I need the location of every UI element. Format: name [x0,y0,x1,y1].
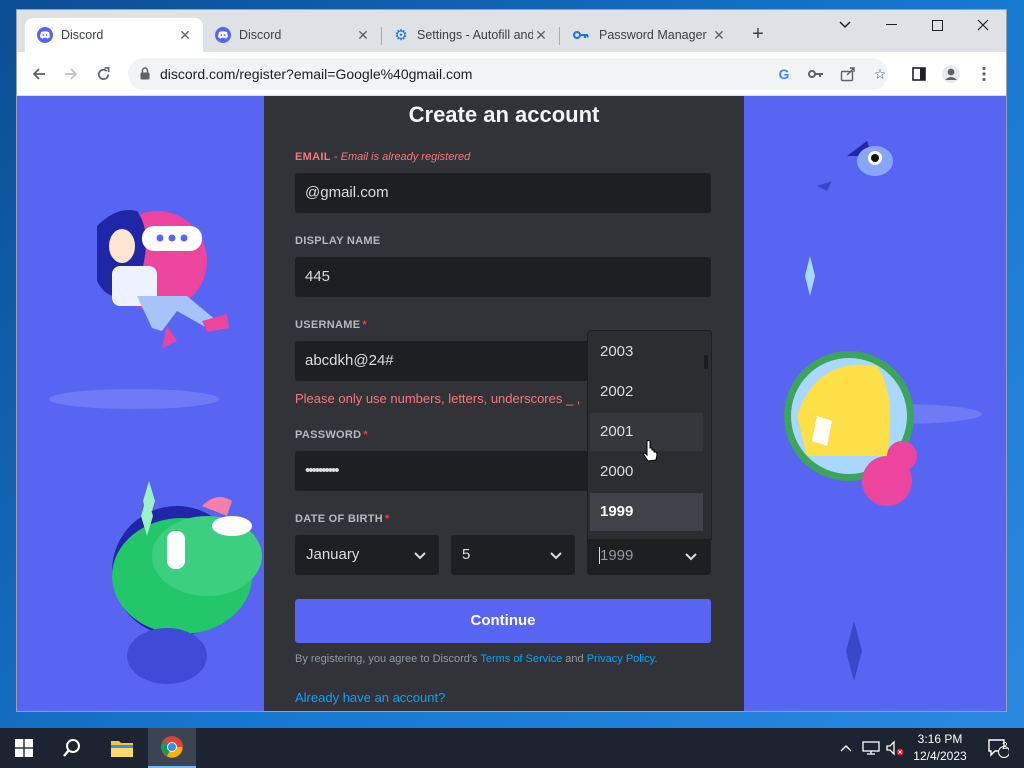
star-icon[interactable]: ☆ [872,66,888,82]
tab-title: Discord [239,28,282,42]
chevron-down-icon [685,553,697,561]
month-select[interactable]: January [295,535,439,575]
hand-cursor-icon [643,440,658,462]
network-icon[interactable] [860,728,882,768]
chevron-down-icon [414,552,426,560]
tab-discord-active[interactable]: Discord ✕ [25,18,203,52]
year-option[interactable]: 2002 [590,373,703,411]
tab-title: Settings - Autofill and [417,28,533,42]
key-icon [571,27,591,43]
search-icon[interactable] [48,728,96,768]
day-select[interactable]: 5 [451,535,575,575]
system-clock[interactable]: 3:16 PM 12/4/2023 [912,731,968,765]
discord-icon [215,27,231,43]
page-title: Create an account [408,102,600,127]
email-error: - Email is already registered [333,151,471,163]
key-icon[interactable] [808,66,824,82]
privacy-link[interactable]: Privacy Policy [587,653,655,665]
back-arrow-icon[interactable] [27,62,51,86]
tab-title: Discord [61,28,104,42]
profile-avatar-icon[interactable] [941,64,961,84]
login-link[interactable]: Already have an account? [295,690,445,705]
day-value: 5 [462,546,471,563]
tab-discord[interactable]: Discord ✕ [203,18,381,52]
email-label: EMAIL - Email is already registered [295,151,471,163]
chevron-up-icon[interactable] [836,728,856,768]
side-panel-icon[interactable] [909,64,929,84]
gear-icon: ⚙ [394,27,408,44]
more-menu-icon[interactable] [974,64,994,84]
google-icon[interactable]: G [776,66,792,82]
display-name-label: DISPLAY NAME [295,235,381,247]
dob-label: DATE OF BIRTH * [295,513,390,525]
browser-toolbar: discord.com/register?email=Google%40gmai… [17,52,1006,96]
browser-window: Discord ✕ Discord ✕ ⚙ Settings - Autofil… [17,10,1006,711]
year-option[interactable]: 2003 [590,333,703,371]
year-value: 1999 [599,547,634,564]
address-bar[interactable]: discord.com/register?email=Google%40gmai… [128,58,888,90]
url-text: discord.com/register?email=Google%40gmai… [160,66,473,82]
discord-icon [37,27,53,43]
close-icon[interactable]: ✕ [177,27,193,44]
username-error: Please only use numbers, letters, unders… [295,391,581,406]
year-option-selected[interactable]: 1999 [590,493,703,531]
tab-password-manager[interactable]: Password Manager ✕ [559,18,737,52]
tab-strip: Discord ✕ Discord ✕ ⚙ Settings - Autofil… [17,10,1006,52]
reload-icon[interactable] [91,62,115,86]
tab-search-chevron-icon[interactable] [822,10,868,40]
legal-text: By registering, you agree to Discord's T… [295,653,658,665]
year-select[interactable]: 1999 [587,535,711,575]
forward-arrow-icon[interactable] [59,62,83,86]
maximize-button[interactable] [914,10,960,40]
month-value: January [306,546,360,563]
share-icon[interactable] [840,66,856,82]
tab-settings-autofill[interactable]: ⚙ Settings - Autofill and ✕ [381,18,559,52]
email-field[interactable]: @gmail.com [295,173,711,213]
username-label: USERNAME * [295,319,367,331]
chrome-taskbar-icon[interactable] [148,728,196,768]
tab-title: Password Manager [599,28,707,42]
dropdown-scrollbar[interactable] [704,355,708,369]
notification-center-icon[interactable]: 2 [978,728,1018,768]
windows-taskbar: 3:16 PM 12/4/2023 2 [0,728,1024,768]
clock-date: 12/4/2023 [913,749,967,763]
terms-link[interactable]: Terms of Service [480,653,562,665]
close-icon[interactable]: ✕ [711,27,727,44]
chevron-down-icon [550,552,562,560]
continue-button[interactable]: Continue [295,599,711,643]
volume-muted-icon[interactable] [884,728,906,768]
lock-icon [140,67,150,80]
minimize-button[interactable] [868,10,914,40]
display-name-field[interactable]: 445 [295,257,711,297]
year-dropdown: 2003 2002 2001 2000 1999 [587,330,712,540]
file-explorer-icon[interactable] [98,728,146,768]
password-label: PASSWORD * [295,429,368,441]
notification-count: 2 [1002,741,1008,752]
clock-time: 3:16 PM [917,732,963,746]
start-windows-icon[interactable] [0,728,48,768]
close-window-button[interactable] [960,10,1006,40]
close-icon[interactable]: ✕ [355,27,371,44]
close-icon[interactable]: ✕ [533,27,549,44]
new-tab-button[interactable]: + [747,24,769,46]
discord-register-page: Create an account EMAIL - Email is alrea… [17,96,1006,711]
